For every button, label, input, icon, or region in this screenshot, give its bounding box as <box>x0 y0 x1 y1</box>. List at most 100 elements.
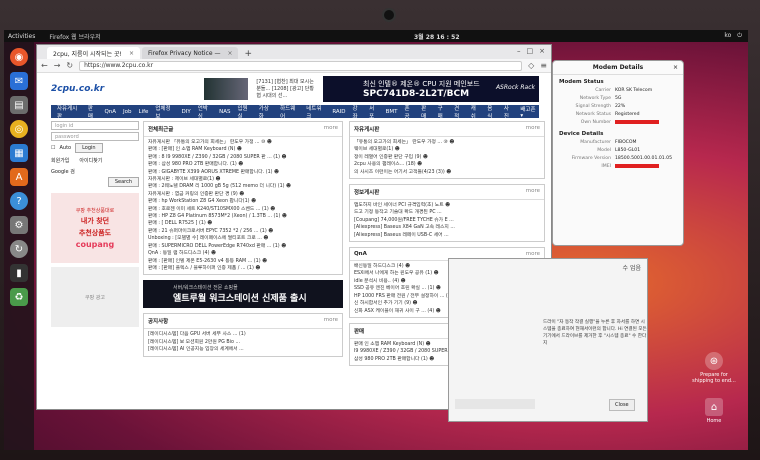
list-item[interactable]: 판매 : 8 I9 9980XE / Z390 / 32GB / 2080 SU… <box>148 154 338 161</box>
menu-item[interactable]: 음식 <box>487 104 497 120</box>
more-link[interactable]: more <box>526 251 540 257</box>
signup-link[interactable]: 회원가입 <box>51 157 69 164</box>
list-item[interactable]: 자유게시판 : 염금 커링의 인증판 판단 경 (9) ☻ <box>148 191 338 198</box>
close-tab-icon[interactable]: × <box>227 50 232 57</box>
menu-item[interactable]: 강좌 <box>353 104 363 120</box>
list-item[interactable]: 자유게시판 : 제이브 세대별로(1) ☻ <box>148 176 338 183</box>
list-item[interactable]: 판매 : hp WorkStation Z8 G4 Xeon 팝니다(1) ☻ <box>148 198 338 205</box>
list-item[interactable]: 판매 : [판매] 인텔 제온 E5-2630 v4 등등 RAM ... (1… <box>148 258 338 265</box>
list-item[interactable]: [레이디시스템] 보 모션회원 2만원 PG Bio ... <box>148 339 338 346</box>
thunderbird-icon[interactable]: ✉ <box>10 72 28 90</box>
menu-item[interactable]: DIY <box>182 109 191 115</box>
list-item[interactable]: [Aliexpress] Baseus X84 GaN 고속 레스지 ... <box>354 224 540 231</box>
header-banner-ad[interactable]: 최신 인텔® 제온® CPU 지원 메인보드 SPC741D8-2L2T/BCM… <box>323 76 539 102</box>
list-item[interactable]: 2cpu 사용의 펌레이스... (18) ☻ <box>354 161 540 168</box>
menu-item[interactable]: 캐쉬 <box>471 104 481 120</box>
pocket-icon[interactable]: ◇ <box>528 61 534 70</box>
menu-icon[interactable]: ≡ <box>540 61 547 70</box>
login-id-field[interactable]: login id <box>51 121 139 130</box>
files-icon[interactable]: ▤ <box>10 96 28 114</box>
list-item[interactable]: 판매 : [ DELL R7525 ] (1) ☻ <box>148 220 338 227</box>
close-icon[interactable]: × <box>673 64 678 71</box>
menu-item[interactable]: 자유게시판 <box>57 104 81 120</box>
minimize-icon[interactable]: – <box>517 47 521 55</box>
close-button[interactable]: Close <box>609 399 635 411</box>
menu-item[interactable]: 판매 <box>88 104 98 120</box>
menu-item[interactable]: 네트워크 <box>306 104 325 120</box>
app-center-icon[interactable]: A <box>10 168 28 186</box>
list-item[interactable]: QnA : 동일 램 하드디스크 (4) ☻ <box>148 250 338 257</box>
app-menu[interactable]: Firefox 웹 브라우저 <box>49 32 100 41</box>
software-updater-icon[interactable]: ↻ <box>10 240 28 258</box>
list-item[interactable]: 판매 : GIGABYTE X399 AORUS XTREME 판매합니다. (… <box>148 169 338 176</box>
rhythmbox-icon[interactable]: ◎ <box>10 120 28 138</box>
menu-item[interactable]: NAS <box>219 109 230 115</box>
url-bar[interactable]: https://www.2cpu.co.kr <box>79 60 523 71</box>
settings-icon[interactable]: ⚙ <box>10 216 28 234</box>
site-logo[interactable]: 2cpu.co.kr <box>51 79 108 99</box>
list-item[interactable]: [Aliexpress] Baseus 레페이 USB-C 세어 ... <box>354 232 540 239</box>
auto-login-checkbox[interactable]: ☐ <box>51 145 55 151</box>
list-item[interactable]: [레이디시스템] 다음 GPU 서버 세부 사스 ... (1) <box>148 331 338 338</box>
side-ad-product[interactable]: 쿠팡 광고 <box>51 267 139 327</box>
list-item[interactable]: 판매 : 삼성 980 PRO 2TB 판매합니다. (1) ☻ <box>148 161 338 168</box>
more-link[interactable]: more <box>526 188 540 196</box>
more-link[interactable]: more <box>526 125 540 133</box>
find-id-link[interactable]: 아이디찾기 <box>79 157 102 164</box>
reload-icon[interactable]: ↻ <box>66 61 73 70</box>
header-ad-image[interactable] <box>203 78 249 100</box>
list-item[interactable]: 의 사시즈 이런이는 어기서 고객들(4/23 (3)) ☻ <box>354 169 540 176</box>
close-tab-icon[interactable]: × <box>129 50 134 57</box>
back-icon[interactable]: ← <box>41 61 48 70</box>
more-link[interactable]: more <box>324 125 338 133</box>
list-item[interactable]: 판매 : HP Z8 G4 Platinum 8573M*2 (Xeon) / … <box>148 213 338 220</box>
password-field[interactable]: password <box>51 132 139 141</box>
dialog-left-button[interactable] <box>455 399 535 409</box>
list-item[interactable]: 자유게시판 「유통의 오고가의 희세는」 란도우 가정 ... ⑩ ☻ <box>148 139 338 146</box>
new-tab-button[interactable]: + <box>240 49 256 59</box>
list-item[interactable]: [Coupang] 74,000원/FREE TYCHE 슈가 E ... <box>354 217 540 224</box>
list-item[interactable]: 드고 기정 동작고 기술대 확드 개경된 PC ... <box>354 209 540 216</box>
terminal-icon[interactable]: ▮ <box>10 264 28 282</box>
menu-item[interactable]: 하드웨어 <box>280 104 299 120</box>
list-item[interactable]: 「유통의 오고가의 희세는」 란도우 가정 ... ⑩ ☻ <box>354 139 540 146</box>
home-folder-icon[interactable]: ⌂ Home <box>692 398 736 424</box>
menu-item[interactable]: 가상화 <box>259 104 273 120</box>
menu-item[interactable]: 구매 <box>438 104 448 120</box>
power-icon[interactable]: ⏻ <box>737 32 742 40</box>
menu-item[interactable]: 서포 <box>369 104 379 120</box>
list-item[interactable]: [레이디시스템] AI 인공지능 입장의 세계에서 ... <box>148 346 338 353</box>
list-item[interactable]: 정이 레열어 인증판 판단 구입 (9) ☻ <box>354 154 540 161</box>
login-button[interactable]: Login <box>75 143 103 153</box>
menu-item[interactable]: 업체정보 <box>155 104 174 120</box>
menu-item[interactable]: 판매 <box>421 104 431 120</box>
trash-icon[interactable]: ♻ <box>10 288 28 306</box>
list-item[interactable]: 판매 : [판매] 플렉스 / 블루하이퍼 인증 제품 / ... (1) ☻ <box>148 265 338 272</box>
system-tray[interactable]: ko ⏻ <box>724 32 742 40</box>
list-item[interactable]: 판매 : SUPERMICRO DELL PowerEdge R740xd 판매… <box>148 243 338 250</box>
tab-2cpu[interactable]: 2cpu, 지름이 시작되는 곳! × <box>47 47 140 59</box>
menu-item[interactable]: BMT <box>386 109 398 115</box>
header-ad-text[interactable]: [7131] [협찬] 최대 모시는 분들... [1208] [광고] 단황협… <box>256 79 315 100</box>
list-item[interactable]: 앱도하지 바인 세이너 PCI 규격입력(초) 노트 ☻ <box>354 202 540 209</box>
menu-item[interactable]: Job <box>123 109 131 115</box>
forward-icon[interactable]: → <box>54 61 61 70</box>
list-item[interactable]: 판매 : 2웨노텔 DRAM 리 1000 gB 5g (512 memo 더 … <box>148 183 338 190</box>
list-item[interactable]: Unboxing : [모델별 수] 레이페이스에 멀티포트 크로 ... ☻ <box>148 235 338 242</box>
input-method-indicator[interactable]: ko <box>724 32 731 40</box>
list-item[interactable]: 웨이브 세대별로(1) ☻ <box>354 146 540 153</box>
side-ad-coupang[interactable]: 쿠팡 추천상품대로 내가 찾던 추천상품도 coupang <box>51 193 139 263</box>
activities-button[interactable]: Activities <box>8 33 35 40</box>
prepare-shipping-icon[interactable]: ⊛ Prepare for shipping to end... <box>692 352 736 384</box>
list-item[interactable]: 판매 : 호로젠 이미 세트 K240/ST10SMX00 스벤드 ... (1… <box>148 206 338 213</box>
firefox-icon[interactable]: ◉ <box>10 48 28 66</box>
tab-privacy-notice[interactable]: Firefox Privacy Notice — × <box>141 47 239 59</box>
menu-item[interactable]: 배고픈 ▾ <box>520 105 539 119</box>
help-icon[interactable]: ? <box>10 192 28 210</box>
menu-item[interactable]: 사진 <box>504 104 514 120</box>
clock[interactable]: 3월 28 16 : 52 <box>414 32 460 41</box>
menu-item[interactable]: Life <box>139 109 149 115</box>
menu-item[interactable]: 입원실 <box>237 104 251 120</box>
menu-item[interactable]: QnA <box>104 109 116 115</box>
menu-item[interactable]: RAID <box>332 109 345 115</box>
